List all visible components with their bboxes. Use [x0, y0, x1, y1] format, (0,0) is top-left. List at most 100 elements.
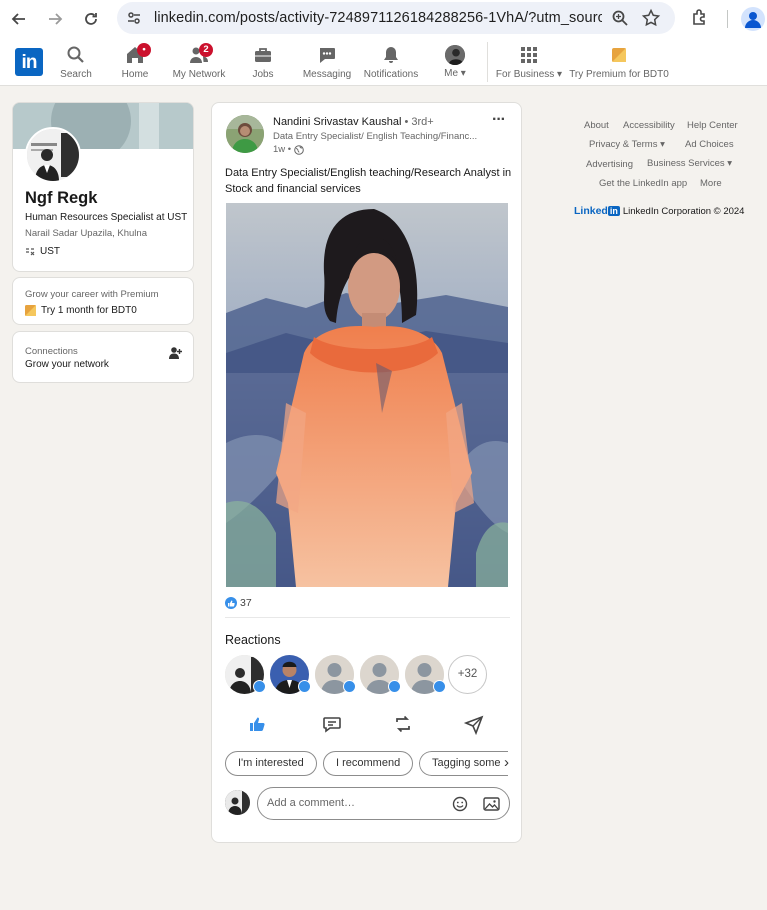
like-count[interactable]: 37 [225, 597, 252, 609]
zoom-icon[interactable] [611, 9, 629, 27]
address-bar[interactable]: linkedin.com/posts/activity-724897112618… [117, 2, 675, 34]
reactions-title: Reactions [225, 633, 281, 647]
connections-subtitle: Grow your network [25, 359, 109, 370]
profile-name[interactable]: Ngf Regk [25, 189, 97, 208]
nav-jobs[interactable]: Jobs [250, 44, 276, 80]
site-settings-icon[interactable] [126, 10, 142, 26]
image-upload-icon[interactable] [483, 796, 500, 812]
footer-link-help-center[interactable]: Help Center [687, 120, 738, 131]
reactor-avatar[interactable] [270, 655, 311, 694]
profile-headline: Human Resources Specialist at UST [25, 212, 188, 223]
like-button-icon[interactable] [247, 713, 269, 735]
premium-icon [25, 305, 36, 316]
company-icon [26, 247, 35, 255]
grid-apps-icon [521, 47, 537, 63]
like-reaction-icon [225, 597, 237, 609]
forward-icon[interactable] [44, 8, 66, 30]
footer-link-privacy-terms[interactable]: Privacy & Terms ▾ [589, 139, 665, 150]
emoji-icon[interactable] [452, 796, 468, 812]
connections-title: Connections [25, 346, 78, 357]
quick-reply-chip[interactable]: I'm interested [225, 751, 317, 776]
footer-link-about[interactable]: About [584, 120, 609, 131]
like-badge-icon [298, 680, 311, 693]
nav-me[interactable]: Me ▾ [438, 44, 472, 80]
footer-link-accessibility[interactable]: Accessibility [623, 120, 675, 131]
reactor-avatar[interactable] [315, 655, 356, 694]
add-person-icon[interactable] [169, 346, 183, 360]
home-notification-dot: • [137, 43, 151, 57]
briefcase-icon [255, 48, 271, 62]
back-icon[interactable] [8, 8, 30, 30]
bell-icon [384, 47, 398, 63]
profile-company-label: UST [40, 246, 60, 257]
bookmark-star-icon[interactable] [641, 8, 661, 28]
globe-icon [294, 144, 304, 155]
browser-profile-avatar[interactable] [741, 7, 765, 31]
quick-reply-chip-clip: Tagging some [419, 751, 508, 776]
profile-avatar[interactable] [25, 127, 81, 183]
post-more-options-icon[interactable]: ··· [492, 111, 506, 129]
search-icon [67, 46, 84, 63]
nav-try-premium[interactable]: Try Premium for BDT0 [569, 44, 669, 80]
reactor-avatar[interactable] [405, 655, 446, 694]
chevron-right-icon[interactable]: › [504, 754, 509, 771]
profile-card: Ngf Regk Human Resources Specialist at U… [12, 102, 194, 272]
nav-notifications[interactable]: Notifications [362, 44, 420, 80]
premium-prompt: Grow your career with Premium [25, 289, 159, 300]
nav-home[interactable]: • Home [120, 43, 151, 80]
nav-jobs-label: Jobs [252, 69, 274, 80]
extensions-icon[interactable] [690, 8, 710, 28]
like-badge-icon [388, 680, 401, 693]
footer-link-get-app[interactable]: Get the LinkedIn app [599, 178, 687, 189]
nav-search-label: Search [60, 69, 92, 80]
network-badge: 2 [199, 43, 213, 57]
footer-link-advertising[interactable]: Advertising [586, 159, 633, 170]
footer-link-more[interactable]: More [700, 178, 722, 189]
me-avatar [445, 45, 465, 65]
quick-reply-chip[interactable]: Tagging some [419, 751, 508, 776]
linkedin-wordmark-in: in [607, 206, 620, 216]
nav-my-network[interactable]: 2 My Network [171, 43, 227, 80]
quick-reply-chip[interactable]: I recommend [323, 751, 414, 776]
footer-brand: Linked in LinkedIn Corporation © 2024 [574, 205, 744, 217]
nav-try-premium-label: Try Premium for BDT0 [569, 69, 669, 80]
post-author-degree: • 3rd+ [404, 116, 434, 128]
toolbar-divider [727, 10, 728, 28]
nav-search[interactable]: Search [60, 44, 92, 80]
post-author[interactable]: Nandini Srivastav Kaushal • 3rd+ [273, 116, 434, 128]
post-divider [225, 617, 510, 618]
post-author-name[interactable]: Nandini Srivastav Kaushal [273, 116, 401, 128]
comment-placeholder: Add a comment… [267, 797, 356, 809]
profile-location: Narail Sadar Upazila, Khulna [25, 228, 147, 239]
more-reactions-button[interactable]: +32 [448, 655, 487, 694]
browser-toolbar: linkedin.com/posts/activity-724897112618… [0, 0, 767, 38]
premium-card[interactable]: Grow your career with Premium Try 1 mont… [12, 277, 194, 325]
reactor-avatar[interactable] [360, 655, 401, 694]
nav-home-label: Home [121, 69, 149, 80]
post-author-avatar[interactable] [226, 115, 264, 153]
footer-link-ad-choices[interactable]: Ad Choices [685, 139, 734, 150]
comment-input[interactable]: Add a comment… [257, 787, 510, 820]
message-icon [320, 48, 335, 63]
nav-messaging[interactable]: Messaging [303, 44, 351, 80]
connections-card[interactable]: Connections Grow your network [12, 331, 194, 383]
nav-notifications-label: Notifications [363, 69, 419, 80]
premium-icon [612, 48, 626, 62]
comment-button-icon[interactable] [321, 713, 343, 735]
like-badge-icon [433, 680, 446, 693]
reactor-avatar[interactable] [225, 655, 266, 694]
url-text[interactable]: linkedin.com/posts/activity-724897112618… [154, 10, 602, 26]
premium-cta[interactable]: Try 1 month for BDT0 [25, 305, 137, 316]
linkedin-logo[interactable]: in [15, 48, 43, 76]
send-button-icon[interactable] [463, 713, 485, 735]
reload-icon[interactable] [80, 8, 102, 30]
linkedin-wordmark: Linked [574, 205, 608, 217]
post-image[interactable] [226, 203, 508, 587]
premium-cta-label: Try 1 month for BDT0 [41, 305, 137, 316]
nav-for-business-label: For Business ▾ [495, 69, 563, 80]
repost-button-icon[interactable] [392, 713, 414, 735]
profile-company[interactable]: UST [25, 246, 60, 257]
footer-link-business-services[interactable]: Business Services ▾ [647, 158, 732, 169]
nav-for-business[interactable]: For Business ▾ [495, 44, 563, 80]
post-author-headline: Data Entry Specialist/ English Teaching/… [273, 131, 478, 142]
